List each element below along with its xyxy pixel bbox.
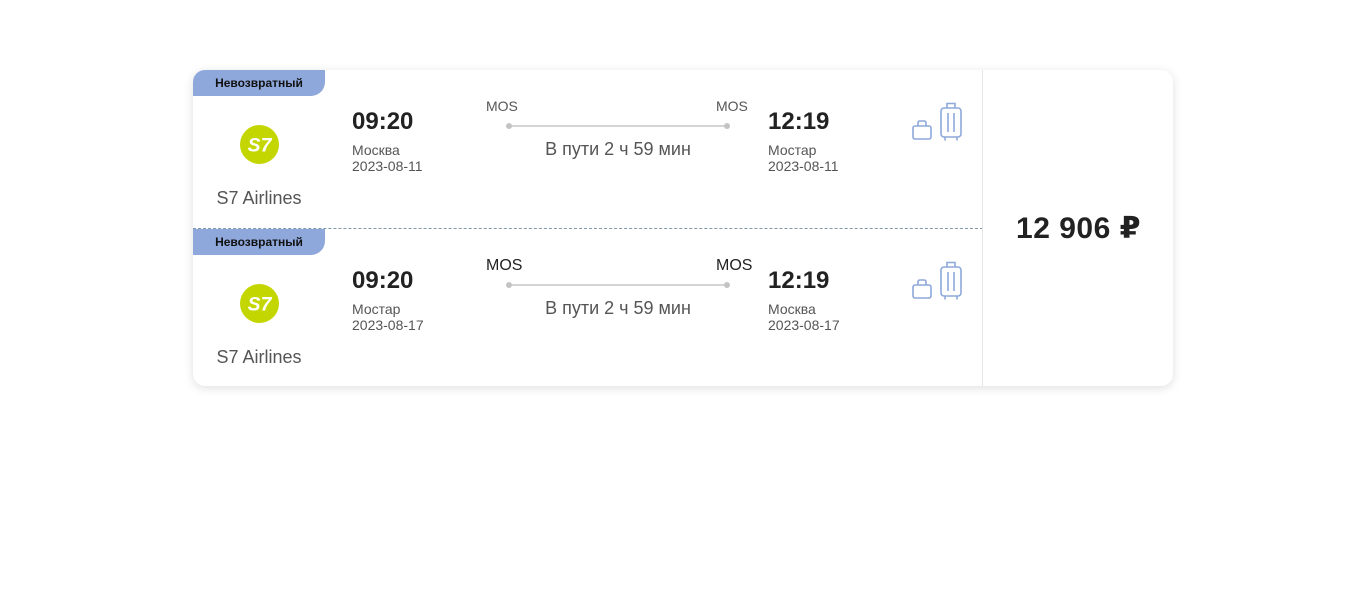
arrival-time: 12:19 <box>768 108 830 135</box>
flight-duration: В пути 2 ч 59 мин <box>545 139 691 159</box>
suitcase-icon <box>940 102 962 141</box>
arrival-date: 2023-08-11 <box>768 158 839 174</box>
departure-date: 2023-08-11 <box>352 158 423 174</box>
flight-segment-return: Невозвратный S7 S7 Airlines 09:20 Мостар… <box>193 229 983 387</box>
route-line <box>506 123 730 129</box>
s7-logo-icon: S7 <box>240 125 279 164</box>
departure-date: 2023-08-17 <box>352 317 424 333</box>
flight-ticket-card[interactable]: Невозвратный S7 S7 Airlines 09:20 Москва… <box>193 70 1173 386</box>
svg-text:S7: S7 <box>248 134 273 156</box>
route-end-dot <box>724 282 730 288</box>
flight-duration: В пути 2 ч 59 мин <box>545 298 691 318</box>
arrival-time: 12:19 <box>768 267 830 294</box>
route-end-dot <box>724 123 730 129</box>
departure-airport-code: MOS <box>486 257 523 274</box>
route-start-dot <box>506 123 512 129</box>
departure-time: 09:20 <box>352 267 414 294</box>
departure-city: Мостар <box>352 301 401 317</box>
route-line <box>506 282 730 288</box>
arrival-city: Мостар <box>768 142 817 158</box>
fare-type-badge: Невозвратный <box>193 70 325 96</box>
svg-text:S7: S7 <box>248 293 273 315</box>
route-start-dot <box>506 282 512 288</box>
arrival-date: 2023-08-17 <box>768 317 840 333</box>
segments-list: Невозвратный S7 S7 Airlines 09:20 Москва… <box>193 70 983 386</box>
ticket-price[interactable]: 12 906 ₽ <box>1016 211 1141 246</box>
departure-time: 09:20 <box>352 108 414 135</box>
departure-city: Москва <box>352 142 400 158</box>
suitcase-icon <box>940 261 962 300</box>
hand-bag-icon <box>912 120 932 140</box>
flight-segment-outbound: Невозвратный S7 S7 Airlines 09:20 Москва… <box>193 70 983 228</box>
price-column[interactable]: 12 906 ₽ <box>982 70 1174 386</box>
airline-name: S7 Airlines <box>216 188 302 208</box>
arrival-airport-code: MOS <box>716 98 748 114</box>
airline-name: S7 Airlines <box>216 347 302 367</box>
arrival-city: Москва <box>768 301 816 317</box>
fare-type-badge: Невозвратный <box>193 229 325 255</box>
arrival-airport-code: MOS <box>716 257 753 274</box>
s7-logo-icon: S7 <box>240 284 279 323</box>
hand-bag-icon <box>912 279 932 299</box>
departure-airport-code: MOS <box>486 98 518 114</box>
